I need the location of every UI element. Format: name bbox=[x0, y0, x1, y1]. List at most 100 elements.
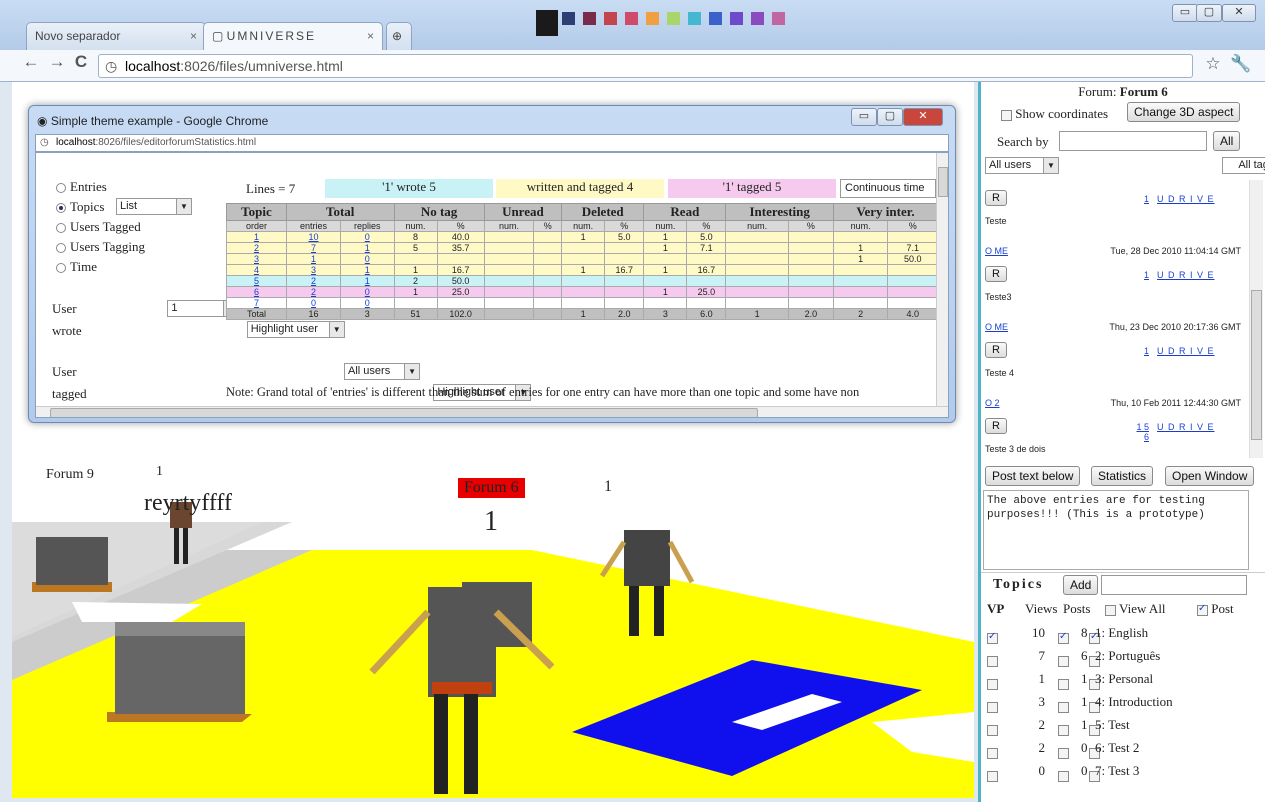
statistics-popup-window[interactable]: ◉ Simple theme example - Google Chrome ▭… bbox=[28, 105, 956, 423]
popup-address-bar[interactable]: ◷ localhost:8026/files/editorforumStatist… bbox=[35, 134, 949, 152]
table-cell[interactable]: 1 bbox=[340, 242, 395, 254]
close-tab-icon[interactable]: × bbox=[367, 23, 374, 49]
wrote-select[interactable]: Highlight user ▼ bbox=[246, 321, 345, 338]
vertical-scrollbar[interactable] bbox=[936, 153, 948, 406]
topics-select[interactable]: List ▼ bbox=[116, 198, 192, 215]
new-topic-input[interactable] bbox=[1101, 575, 1247, 595]
table-cell[interactable]: 10 bbox=[285, 231, 342, 243]
vp-checkbox[interactable] bbox=[987, 747, 998, 759]
user2-select[interactable]: All users ▼ bbox=[344, 363, 421, 380]
view-mode-radio[interactable]: Users Tagged bbox=[56, 217, 145, 237]
tab-umniverse[interactable]: ▢ UMNIVERSE × bbox=[203, 22, 383, 50]
table-cell[interactable]: 2 bbox=[226, 242, 287, 254]
view-checkbox[interactable] bbox=[1058, 678, 1069, 690]
entry-numbers[interactable]: 1 bbox=[1131, 194, 1149, 204]
table-cell[interactable]: 2 bbox=[285, 275, 342, 287]
vp-checkbox[interactable] bbox=[987, 724, 998, 736]
continuous-time-button[interactable]: Continuous time bbox=[840, 179, 936, 198]
entry-flags[interactable]: U D R I V E bbox=[1157, 194, 1215, 204]
wrench-icon[interactable]: 🔧 bbox=[1230, 54, 1252, 74]
change-3d-aspect-button[interactable]: Change 3D aspect bbox=[1127, 102, 1241, 122]
reply-button[interactable]: R bbox=[985, 190, 1007, 206]
table-cell[interactable]: 0 bbox=[340, 297, 395, 309]
entry-numbers[interactable]: 1 bbox=[1131, 270, 1149, 280]
vp-checkbox[interactable] bbox=[987, 770, 998, 782]
table-cell[interactable]: 6 bbox=[226, 286, 287, 298]
view-checkbox[interactable] bbox=[1058, 770, 1069, 782]
entry-numbers[interactable]: 1 bbox=[1131, 346, 1149, 356]
table-cell[interactable]: 4 bbox=[226, 264, 287, 276]
address-bar[interactable]: ◷ localhost:8026/files/umniverse.html bbox=[98, 54, 1193, 78]
radio-button[interactable] bbox=[56, 223, 66, 234]
statistics-button[interactable]: Statistics bbox=[1091, 466, 1154, 486]
view-checkbox[interactable] bbox=[1058, 747, 1069, 759]
topic-name[interactable]: 2: Português bbox=[1095, 648, 1160, 664]
post-text-button[interactable]: Post text below bbox=[985, 466, 1081, 486]
entry-flags[interactable]: U D R I V E bbox=[1157, 422, 1215, 432]
table-cell[interactable]: 0 bbox=[340, 231, 395, 243]
users-filter-select[interactable]: All users ▼ bbox=[985, 157, 1059, 174]
scrollbar-thumb[interactable] bbox=[1251, 290, 1262, 440]
entry-user[interactable]: O 2 bbox=[985, 398, 1000, 408]
add-topic-button[interactable]: Add bbox=[1063, 575, 1099, 595]
reply-button[interactable]: R bbox=[985, 266, 1007, 282]
topic-name[interactable]: 1: English bbox=[1095, 625, 1148, 641]
table-cell[interactable]: 1 bbox=[340, 275, 395, 287]
view-mode-radio[interactable]: Time bbox=[56, 257, 145, 277]
view-checkbox[interactable] bbox=[1058, 655, 1069, 667]
post-textarea[interactable]: The above entries are for testing purpos… bbox=[983, 490, 1249, 570]
table-cell[interactable]: 1 bbox=[340, 264, 395, 276]
maximize-button[interactable]: ▢ bbox=[1196, 4, 1222, 22]
search-all-button[interactable]: All bbox=[1213, 131, 1241, 151]
radio-button[interactable] bbox=[56, 203, 66, 214]
radio-button[interactable] bbox=[56, 263, 66, 274]
vp-checkbox[interactable] bbox=[987, 678, 998, 690]
table-cell[interactable]: 7 bbox=[285, 242, 342, 254]
view-all-checkbox[interactable] bbox=[1105, 604, 1116, 616]
scrollbar-thumb[interactable] bbox=[938, 167, 948, 197]
open-window-button[interactable]: Open Window bbox=[1165, 466, 1255, 486]
scrollbar-thumb[interactable] bbox=[50, 408, 758, 417]
close-tab-icon[interactable]: × bbox=[190, 23, 197, 49]
bookmark-star-icon[interactable]: ☆ bbox=[1202, 54, 1224, 74]
topic-name[interactable]: 5: Test bbox=[1095, 717, 1130, 733]
entry-numbers[interactable]: 1 5 6 bbox=[1131, 422, 1149, 442]
radio-button[interactable] bbox=[56, 183, 66, 194]
minimize-button[interactable]: ▭ bbox=[1172, 4, 1198, 22]
post-checkbox[interactable] bbox=[1197, 603, 1208, 616]
reload-icon[interactable]: C bbox=[70, 52, 92, 72]
topic-name[interactable]: 6: Test 2 bbox=[1095, 740, 1139, 756]
topic-name[interactable]: 3: Personal bbox=[1095, 671, 1153, 687]
entries-scrollbar[interactable] bbox=[1249, 180, 1263, 458]
table-cell[interactable]: 5 bbox=[226, 275, 287, 287]
topic-name[interactable]: 7: Test 3 bbox=[1095, 763, 1139, 779]
table-cell[interactable]: 0 bbox=[340, 286, 395, 298]
view-checkbox[interactable] bbox=[1058, 631, 1069, 644]
entry-user[interactable]: O ME bbox=[985, 246, 1008, 256]
entry-flags[interactable]: U D R I V E bbox=[1157, 346, 1215, 356]
view-checkbox[interactable] bbox=[1058, 701, 1069, 713]
popup-minimize-button[interactable]: ▭ bbox=[851, 108, 877, 126]
table-cell[interactable]: 0 bbox=[285, 297, 342, 309]
forward-icon[interactable]: → bbox=[46, 52, 68, 72]
view-mode-radio[interactable]: Users Tagging bbox=[56, 237, 145, 257]
reply-button[interactable]: R bbox=[985, 342, 1007, 358]
close-window-button[interactable]: ✕ bbox=[1222, 4, 1256, 22]
popup-close-button[interactable]: ✕ bbox=[903, 108, 943, 126]
entry-user[interactable]: O ME bbox=[985, 322, 1008, 332]
vp-checkbox[interactable] bbox=[987, 701, 998, 713]
table-cell[interactable]: 3 bbox=[285, 264, 342, 276]
view-checkbox[interactable] bbox=[1058, 724, 1069, 736]
table-cell[interactable]: 7 bbox=[226, 297, 287, 309]
topic-name[interactable]: 4: Introduction bbox=[1095, 694, 1173, 710]
table-cell[interactable]: 2 bbox=[285, 286, 342, 298]
table-cell[interactable]: 1 bbox=[285, 253, 342, 265]
vp-checkbox[interactable] bbox=[987, 631, 998, 644]
new-tab-button[interactable]: ⊕ bbox=[386, 22, 412, 50]
tab-novo-separador[interactable]: Novo separador × bbox=[26, 22, 206, 50]
back-icon[interactable]: ← bbox=[20, 52, 42, 72]
show-coordinates-checkbox[interactable] bbox=[1001, 109, 1012, 121]
table-cell[interactable]: 0 bbox=[340, 253, 395, 265]
view-mode-radio[interactable]: Entries bbox=[56, 177, 145, 197]
table-cell[interactable]: 1 bbox=[226, 231, 287, 243]
